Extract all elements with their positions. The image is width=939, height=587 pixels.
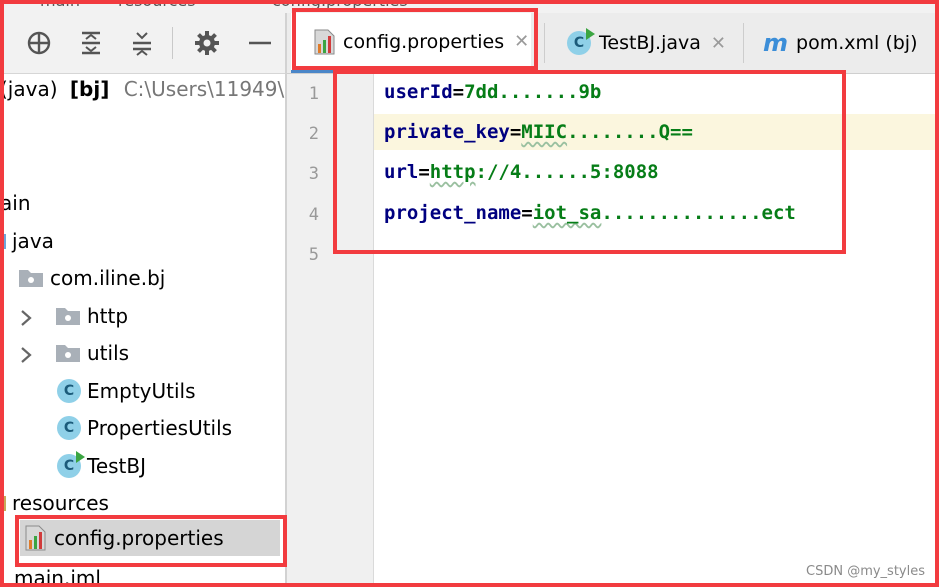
tree-item-utils[interactable]: utils: [55, 335, 129, 371]
equals-sign: =: [521, 202, 533, 224]
property-key: project_name: [384, 202, 522, 224]
class-icon: C: [57, 416, 81, 440]
tree-item-label: java: [12, 229, 54, 253]
equals-sign: =: [452, 81, 465, 103]
tree-item-main[interactable]: ain: [0, 185, 31, 221]
project-toolbar: [0, 13, 285, 74]
project-type: (java): [0, 77, 58, 101]
tree-item-http[interactable]: http: [55, 298, 128, 334]
class-icon: C: [57, 379, 81, 403]
tree-item-label: com.iline.bj: [50, 266, 166, 290]
tree-item-package[interactable]: com.iline.bj: [18, 260, 165, 296]
gear-icon[interactable]: [193, 29, 221, 57]
expand-all-icon[interactable]: [77, 29, 105, 57]
maven-icon: m: [763, 29, 789, 57]
tree-item-label: ain: [0, 191, 31, 215]
property-value: 7dd.......9b: [464, 81, 602, 103]
watermark: CSDN @my_styles: [806, 564, 925, 579]
tree-item-label: http: [87, 304, 129, 328]
line-number: 3: [308, 164, 319, 184]
line-number: 5: [308, 245, 319, 265]
tree-item-label: PropertiesUtils: [87, 416, 233, 440]
tab-pom-xml[interactable]: m pom.xml (bj): [757, 13, 939, 73]
folder-icon: [0, 231, 6, 251]
property-value: ://4......5:8088: [475, 161, 659, 183]
tree-item-config-properties[interactable]: config.properties: [24, 520, 224, 556]
properties-file-icon: [314, 29, 335, 54]
property-value-typo: http: [429, 161, 476, 183]
tree-item-label: TestBJ: [87, 454, 147, 478]
property-key: private_key: [384, 121, 510, 143]
tree-item-java[interactable]: java: [0, 223, 54, 259]
tree-item-resources[interactable]: resources: [0, 485, 109, 521]
editor-tab-bar: config.properties ✕ C TestBJ.java ✕ m po…: [287, 13, 939, 74]
project-path: C:\Users\11949\D: [123, 77, 285, 101]
tab-testbj-java[interactable]: C TestBJ.java ✕: [553, 13, 743, 73]
tab-label: TestBJ.java: [599, 32, 701, 54]
properties-file-icon: [24, 525, 48, 551]
minimize-icon[interactable]: [246, 29, 274, 57]
code-line: url=http://4......5:8088: [384, 161, 659, 183]
breadcrumb: main resources config.properties: [0, 0, 939, 13]
collapse-all-icon[interactable]: [128, 29, 156, 57]
property-value-typo: MIIC: [521, 121, 568, 143]
tab-label: config.properties: [343, 30, 505, 53]
chevron-right-icon[interactable]: [16, 345, 36, 365]
toolbar-separator: [172, 27, 173, 59]
close-icon[interactable]: ✕: [711, 33, 726, 54]
tab-label: pom.xml (bj): [796, 32, 918, 54]
tab-separator: [743, 23, 744, 63]
line-number: 4: [308, 205, 319, 225]
line-number: 1: [308, 84, 319, 104]
line-number: 2: [308, 124, 319, 144]
tab-separator: [544, 23, 545, 63]
property-value: ........Q==: [567, 121, 693, 143]
package-folder-icon: [55, 343, 81, 363]
code-editor[interactable]: [374, 74, 939, 587]
breadcrumb-item[interactable]: resources: [118, 0, 196, 10]
project-module: [bj]: [69, 77, 110, 101]
runnable-class-icon: C: [567, 28, 595, 55]
equals-sign: =: [418, 161, 430, 183]
tree-item-label: utils: [87, 341, 130, 365]
tree-item-label: resources: [12, 491, 109, 515]
tree-item-testbj[interactable]: C TestBJ: [57, 448, 146, 484]
breadcrumb-item[interactable]: main: [40, 0, 80, 10]
package-folder-icon: [18, 268, 44, 288]
tree-item-label: config.properties: [54, 526, 224, 550]
breadcrumb-item[interactable]: config.properties: [272, 0, 408, 10]
code-line: private_key=MIIC........Q==: [384, 121, 693, 143]
line-number-gutter: 1 2 3 4 5: [287, 74, 374, 587]
tree-item-empty-utils[interactable]: C EmptyUtils: [57, 373, 196, 409]
property-value-typo: iot_sa: [532, 202, 602, 224]
project-root-row[interactable]: (java) [bj] C:\Users\11949\D: [0, 77, 285, 107]
tree-item-iml[interactable]: main.iml: [14, 560, 101, 587]
tab-config-properties[interactable]: config.properties ✕: [291, 13, 531, 73]
equals-sign: =: [509, 121, 522, 143]
property-key: url: [384, 161, 419, 183]
project-panel: (java) [bj] C:\Users\11949\D ain java co…: [0, 13, 285, 587]
tree-item-label: EmptyUtils: [87, 379, 196, 403]
property-value: ..............ect: [601, 202, 796, 224]
chevron-right-icon[interactable]: [16, 308, 36, 328]
resources-folder-icon: [0, 493, 6, 513]
code-line: userId=7dd.......9b: [384, 81, 601, 103]
package-folder-icon: [55, 306, 81, 326]
runnable-class-icon: C: [57, 451, 85, 478]
close-icon[interactable]: ✕: [514, 31, 529, 52]
locate-icon[interactable]: [25, 29, 53, 57]
code-line: project_name=iot_sa..............ect: [384, 202, 796, 224]
tree-item-properties-utils[interactable]: C PropertiesUtils: [57, 410, 232, 446]
tree-item-label: main.iml: [14, 566, 101, 587]
property-key: userId: [384, 81, 453, 103]
